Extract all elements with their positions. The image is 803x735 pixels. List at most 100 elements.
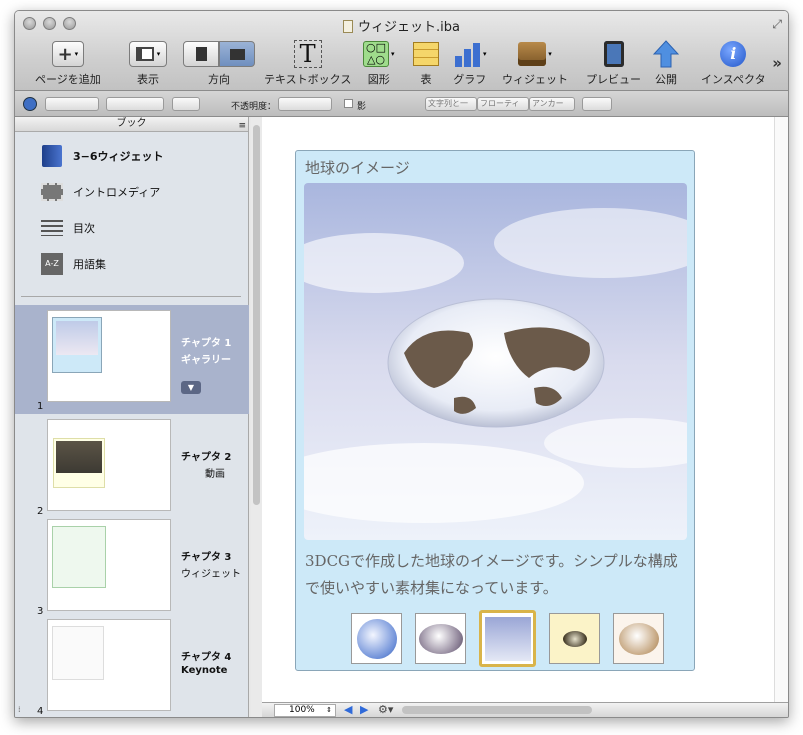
bar-chart-icon xyxy=(455,43,480,67)
gallery-caption: 3DCGで作成した地球のイメージです。シンプルな構成で使いやすい素材集になってい… xyxy=(305,552,678,597)
wrap-options-popup[interactable] xyxy=(582,97,612,111)
sidebar-menu-icon[interactable]: ≡ xyxy=(238,119,246,133)
table-button[interactable]: 表 xyxy=(413,39,439,87)
page-number: 3 xyxy=(37,606,44,617)
landscape-button[interactable] xyxy=(219,41,255,67)
ipad-icon xyxy=(603,41,624,67)
toolbar-overflow-button[interactable]: » xyxy=(772,54,782,72)
shadow-label: 影 xyxy=(357,102,367,112)
widget-box-icon xyxy=(518,42,547,66)
book-icon xyxy=(41,145,63,167)
floating-button[interactable]: フローティ xyxy=(477,97,529,111)
view-icon xyxy=(135,47,154,61)
sidebar-item-toc[interactable]: 目次 xyxy=(41,217,95,239)
film-icon xyxy=(41,181,63,203)
gallery-thumb-3-selected[interactable] xyxy=(479,610,536,667)
text-t-icon: T xyxy=(293,40,322,68)
earth-thumb-icon xyxy=(418,623,463,654)
color-well[interactable] xyxy=(172,97,200,111)
chapter-thumbnail xyxy=(47,419,171,511)
page-number: 2 xyxy=(37,506,44,517)
sidebar-header: ブック ≡ xyxy=(15,117,248,132)
chapter-title: チャプタ 1 xyxy=(181,338,232,349)
book-sidebar: ブック ≡ 3−6ウィジェット イントロメディア 目次 A-Z 用語集 チャプタ 1… xyxy=(15,117,249,717)
wrap-button[interactable]: 文字列と一 xyxy=(425,97,477,111)
chapter-subtitle: ウィジェット xyxy=(181,569,241,580)
glossary-icon: A-Z xyxy=(41,253,63,275)
style-drawer-icon[interactable] xyxy=(23,97,37,111)
paragraph-style-popup[interactable] xyxy=(45,97,99,111)
chapter-title: チャプタ 3 xyxy=(181,552,232,563)
chapter-thumbnail xyxy=(47,619,171,711)
gallery-thumb-1[interactable] xyxy=(351,613,402,664)
info-icon: i xyxy=(720,41,747,67)
sidebar-item-intro-media[interactable]: イントロメディア xyxy=(41,181,160,203)
chapter-2-item[interactable]: チャプタ 2 動画 2 xyxy=(15,419,249,519)
status-bar: ⁞ 100% ⇕ ◀ ▶ ⚙▾ xyxy=(18,702,788,717)
shapes-button[interactable]: ○□ △○ ▾ 図形 xyxy=(363,39,395,87)
shapes-icon: ○□ △○ xyxy=(363,41,389,67)
add-page-button[interactable]: + ▾ ページを追加 xyxy=(35,39,101,87)
graph-button[interactable]: ▾ グラフ xyxy=(453,39,487,87)
landscape-page-icon xyxy=(229,48,245,60)
chapter-title: チャプタ 2 xyxy=(181,452,232,463)
sidebar-scrollbar[interactable] xyxy=(251,117,262,717)
resize-handle-icon[interactable]: ⁞ xyxy=(18,705,21,714)
horizontal-scrollbar[interactable] xyxy=(402,706,592,714)
earth-image[interactable] xyxy=(304,183,687,540)
sidebar-item-book[interactable]: 3−6ウィジェット xyxy=(41,145,164,167)
gallery-widget[interactable]: 地球のイメージ 3DCGで作成した地球のイメージです。シンプルな構成で使いやすい… xyxy=(295,150,695,671)
inspector-button[interactable]: i インスペクタ xyxy=(701,39,766,87)
opacity-label: 不透明度： xyxy=(231,102,277,112)
page-number: 1 xyxy=(37,401,44,412)
chapter-3-item[interactable]: チャプタ 3 ウィジェット 3 xyxy=(15,519,249,619)
gallery-thumb-5[interactable] xyxy=(613,613,664,664)
disclosure-triangle-icon[interactable]: ▼ xyxy=(181,381,201,394)
sidebar-item-glossary[interactable]: A-Z 用語集 xyxy=(41,253,106,275)
portrait-page-icon xyxy=(195,47,207,61)
earth-thumb-icon xyxy=(484,616,531,661)
earth-picture xyxy=(304,183,687,540)
gear-icon[interactable]: ⚙▾ xyxy=(378,703,393,716)
publish-button[interactable]: 公開 xyxy=(653,39,679,87)
app-window: ウィジェット.iba ⤢ + ▾ ページを追加 ▾ 表示 方向 T テキストボック… xyxy=(14,10,789,718)
zoom-popup[interactable]: 100% ⇕ xyxy=(274,704,336,717)
table-icon xyxy=(413,42,439,66)
view-button[interactable]: ▾ 表示 xyxy=(129,39,167,87)
document-icon xyxy=(343,20,354,33)
anchor-button[interactable]: アンカー xyxy=(529,97,575,111)
canvas-vertical-scrollbar[interactable] xyxy=(774,117,788,702)
chapter-subtitle: 動画 xyxy=(205,469,225,480)
chapter-subtitle: ギャラリー xyxy=(181,355,231,366)
window-title: ウィジェット.iba xyxy=(15,16,788,35)
chapter-4-item[interactable]: チャプタ 4 Keynote 4 xyxy=(15,619,249,717)
page-number: 4 xyxy=(37,706,44,717)
chapter-title: チャプタ 4 xyxy=(181,652,232,663)
plus-icon: + xyxy=(57,43,73,65)
portrait-button[interactable] xyxy=(183,41,219,67)
widget-button[interactable]: ▾ ウィジェット xyxy=(502,39,568,87)
opacity-popup[interactable] xyxy=(278,97,332,111)
orientation-control[interactable]: 方向 xyxy=(183,39,255,87)
gallery-thumbnails xyxy=(351,610,664,667)
chapter-subtitle: Keynote xyxy=(181,665,228,676)
sidebar-divider xyxy=(21,296,241,297)
chapter-1-item[interactable]: チャプタ 1 ギャラリー ▼ 1 xyxy=(15,305,249,414)
shadow-checkbox[interactable] xyxy=(344,99,353,108)
gallery-thumb-2[interactable] xyxy=(415,613,466,664)
gallery-thumb-4[interactable] xyxy=(549,613,600,664)
font-popup[interactable] xyxy=(106,97,164,111)
format-bar: 不透明度： 影 文字列と一 フローティ アンカー xyxy=(15,91,788,117)
title-bar: ウィジェット.iba ⤢ + ▾ ページを追加 ▾ 表示 方向 T テキストボック… xyxy=(15,11,788,91)
chapter-thumbnail xyxy=(47,519,171,611)
next-page-icon[interactable]: ▶ xyxy=(360,703,368,716)
upload-arrow-icon xyxy=(653,40,679,68)
preview-button[interactable]: プレビュー xyxy=(586,39,641,87)
earth-thumb-icon xyxy=(562,630,587,647)
gallery-title: 地球のイメージ xyxy=(305,159,410,177)
canvas: 地球のイメージ 3DCGで作成した地球のイメージです。シンプルな構成で使いやすい… xyxy=(262,117,774,702)
fullscreen-icon[interactable]: ⤢ xyxy=(772,17,782,32)
previous-page-icon[interactable]: ◀ xyxy=(344,703,352,716)
textbox-button[interactable]: T テキストボックス xyxy=(264,39,351,87)
earth-thumb-icon xyxy=(618,622,659,655)
